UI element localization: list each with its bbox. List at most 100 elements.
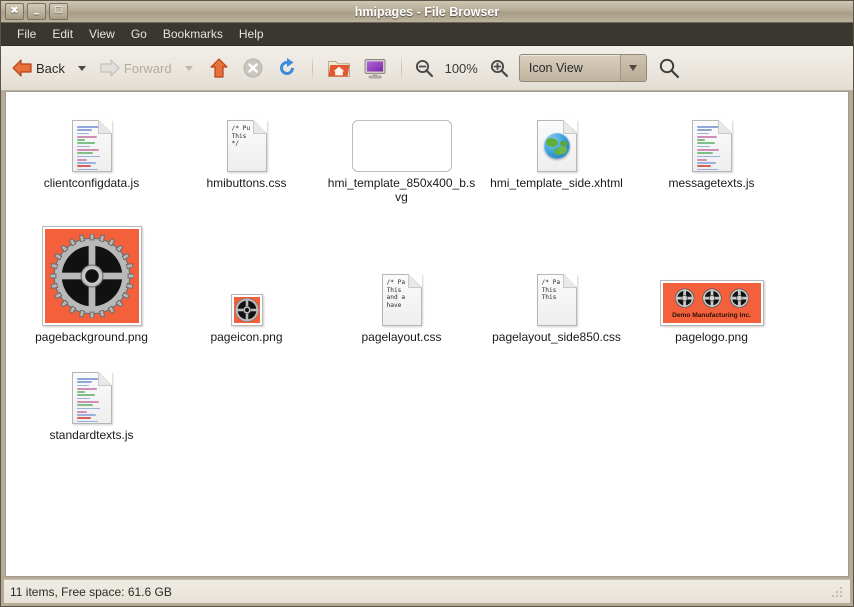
file-icon: /* Pu This */: [171, 110, 322, 172]
zoom-in-button[interactable]: [485, 58, 513, 78]
titlebar[interactable]: ✖ – □ hmipages - File Browser: [1, 1, 853, 23]
file-name: hmibuttons.css: [206, 176, 287, 190]
file-item[interactable]: /* Pa This This pagelayout_side850.css: [479, 218, 634, 352]
javascript-file-icon: [71, 120, 112, 172]
image-thumbnail-icon: [41, 226, 142, 326]
forward-button: Forward: [95, 55, 176, 81]
file-name: messagetexts.js: [668, 176, 755, 190]
forward-arrow-icon: [100, 59, 120, 77]
file-icon: [171, 222, 322, 326]
search-icon: [659, 58, 679, 79]
minimize-icon: –: [33, 7, 40, 20]
file-name: pagelayout.css: [361, 330, 442, 344]
image-thumbnail-icon: Demo Manufacturing Inc.: [659, 280, 764, 326]
window-controls: ✖ – □: [5, 3, 68, 20]
close-icon: ✖: [10, 5, 19, 16]
file-item[interactable]: hmi_template_850x400_b.svg: [324, 106, 479, 212]
toolbar-separator-1: [311, 55, 313, 81]
image-thumbnail-icon: [230, 294, 263, 326]
menu-edit[interactable]: Edit: [44, 24, 81, 44]
file-name: hmi_template_850x400_b.svg: [327, 176, 476, 204]
close-button[interactable]: ✖: [5, 3, 24, 20]
zoom-in-icon: [490, 59, 508, 78]
file-icon: [326, 110, 477, 172]
file-item[interactable]: /* Pu This */ hmibuttons.css: [169, 106, 324, 212]
file-browser-window: ✖ – □ hmipages - File Browser File Edit …: [0, 0, 854, 607]
back-dropdown-caret[interactable]: [77, 65, 86, 71]
menu-file[interactable]: File: [9, 24, 44, 44]
file-item[interactable]: clientconfigdata.js: [14, 106, 169, 212]
file-name: clientconfigdata.js: [43, 176, 140, 190]
css-preview-text: /* Pa This This: [541, 279, 561, 302]
forward-dropdown-caret: [184, 65, 193, 71]
maximize-button[interactable]: □: [49, 3, 68, 20]
zoom-level-label: 100%: [444, 60, 478, 76]
up-arrow-icon: [209, 58, 228, 78]
reload-icon: [279, 58, 294, 75]
file-item[interactable]: standardtexts.js: [14, 358, 169, 450]
javascript-file-icon: [691, 120, 732, 172]
file-list[interactable]: clientconfigdata.js /* Pu This */ hmibut…: [6, 92, 848, 576]
css-file-icon: /* Pa This and a have: [381, 274, 422, 326]
view-mode-select[interactable]: Icon View: [518, 54, 647, 82]
statusbar: 11 items, Free space: 61.6 GB: [4, 579, 850, 603]
logo-text: Demo Manufacturing Inc.: [672, 312, 751, 319]
file-icon: /* Pa This This: [481, 222, 632, 326]
zoom-out-icon: [415, 59, 433, 78]
menu-bookmarks[interactable]: Bookmarks: [155, 24, 231, 44]
xhtml-file-icon: [536, 120, 577, 172]
file-item[interactable]: /* Pa This and a have pagelayout.css: [324, 218, 479, 352]
zoom-out-button[interactable]: [410, 58, 438, 78]
menu-view[interactable]: View: [81, 24, 123, 44]
home-folder-icon: [327, 61, 350, 77]
menu-go[interactable]: Go: [123, 24, 155, 44]
svg-thumbnail-icon: [351, 120, 452, 172]
gear-icon: [234, 298, 259, 322]
css-preview-text: /* Pa This and a have: [386, 279, 406, 309]
search-button[interactable]: [653, 57, 685, 79]
file-name: pageicon.png: [210, 330, 283, 344]
file-icon: /* Pa This and a have: [326, 222, 477, 326]
status-text: 11 items, Free space: 61.6 GB: [10, 584, 172, 599]
css-preview-text: /* Pu This */: [231, 125, 251, 148]
resize-grip[interactable]: [830, 585, 844, 599]
view-mode-label: Icon View: [528, 61, 583, 75]
chevron-down-icon[interactable]: [619, 55, 646, 81]
file-icon: [16, 222, 167, 326]
logo-gears-icon: [674, 288, 749, 308]
css-file-icon: /* Pa This This: [536, 274, 577, 326]
back-button[interactable]: Back: [7, 55, 69, 81]
file-item[interactable]: messagetexts.js: [634, 106, 789, 212]
minimize-button[interactable]: –: [27, 3, 46, 20]
forward-label: Forward: [123, 60, 172, 76]
gear-icon: [49, 234, 134, 318]
stop-icon: [243, 58, 263, 78]
menubar: File Edit View Go Bookmarks Help: [1, 23, 853, 46]
globe-icon: [543, 133, 570, 159]
back-label: Back: [36, 60, 65, 76]
up-button[interactable]: [202, 57, 236, 79]
file-icon: [16, 110, 167, 172]
file-name: hmi_template_side.xhtml: [490, 176, 623, 190]
css-file-icon: /* Pu This */: [226, 120, 267, 172]
file-item[interactable]: hmi_template_side.xhtml: [479, 106, 634, 212]
file-item[interactable]: pageicon.png: [169, 218, 324, 352]
file-item[interactable]: pagebackground.png: [14, 218, 169, 352]
reload-button[interactable]: [270, 57, 304, 79]
back-arrow-icon: [12, 59, 32, 77]
file-name: standardtexts.js: [49, 428, 134, 442]
file-name: pagebackground.png: [35, 330, 148, 344]
file-name: pagelogo.png: [675, 330, 748, 344]
file-icon: [16, 362, 167, 424]
stop-button: [236, 57, 270, 79]
file-item[interactable]: Demo Manufacturing Inc. pagelogo.png: [634, 218, 789, 352]
javascript-file-icon: [71, 372, 112, 424]
computer-icon: [364, 59, 386, 79]
home-button[interactable]: [321, 57, 357, 79]
computer-button[interactable]: [357, 57, 393, 79]
file-icon: [481, 110, 632, 172]
file-icon: Demo Manufacturing Inc.: [636, 222, 787, 326]
toolbar: Back Forward 100% Icon View: [1, 46, 853, 91]
menu-help[interactable]: Help: [231, 24, 272, 44]
file-pane-container: clientconfigdata.js /* Pu This */ hmibut…: [5, 91, 849, 577]
